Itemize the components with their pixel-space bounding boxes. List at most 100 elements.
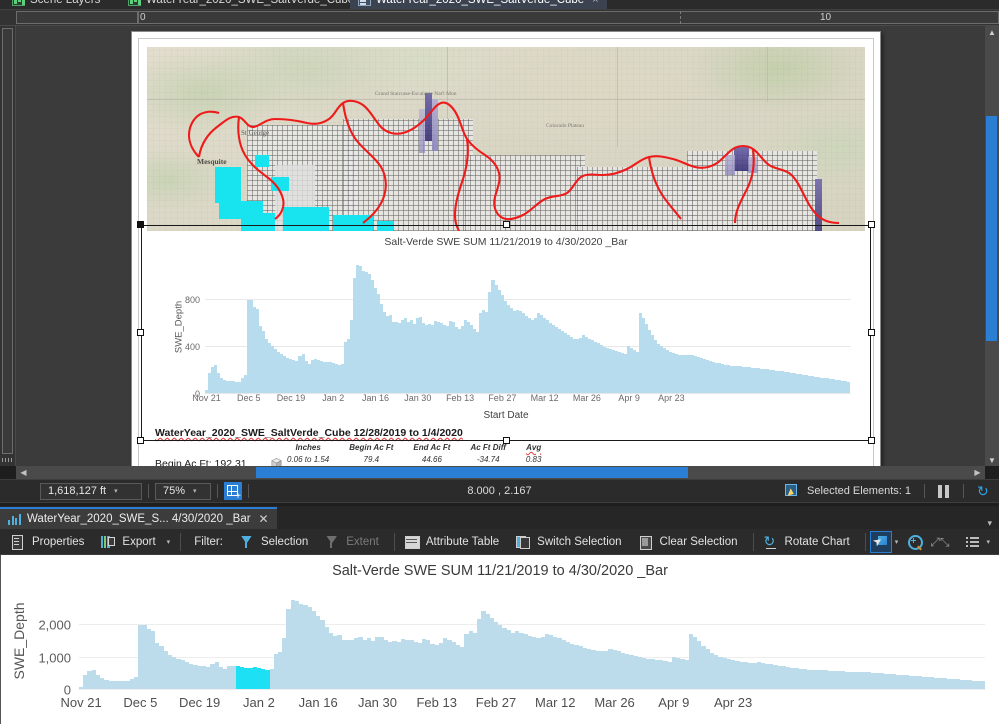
chart-view[interactable]: Salt-Verde SWE SUM 11/21/2019 to 4/30/20… bbox=[0, 555, 999, 724]
chevron-down-icon[interactable]: ▾ bbox=[167, 538, 171, 546]
zoom-combobox[interactable]: 75% ▾ bbox=[155, 483, 211, 500]
map-label-colorado-plateau: Colorado Plateau bbox=[545, 123, 585, 130]
selection-handle[interactable] bbox=[137, 329, 144, 336]
layout-legend-table: InchesBegin Ac FtEnd Ac FtAc Ft DiffAvg0… bbox=[277, 443, 551, 464]
ruler-segment bbox=[138, 11, 999, 24]
divider bbox=[963, 484, 964, 498]
chart-title: Salt-Verde SWE SUM 11/21/2019 to 4/30/20… bbox=[1, 563, 999, 579]
chevron-down-icon[interactable]: ▾ bbox=[987, 518, 992, 529]
layout-canvas[interactable]: Grand Staircase-Escalante Nat'l Mon St G… bbox=[16, 26, 985, 466]
chart-pane-tab[interactable]: WaterYear_2020_SWE_S... 4/30/2020 _Bar ✕ bbox=[0, 507, 277, 529]
legend-header: Begin Ac Ft bbox=[339, 443, 403, 455]
layout-horizontal-scrollbar[interactable]: ◀ ▶ bbox=[16, 466, 985, 479]
divider bbox=[924, 484, 925, 498]
scale-combobox[interactable]: 1,618,127 ft ▾ bbox=[40, 483, 142, 500]
x-axis-tick: Feb 13 bbox=[416, 695, 456, 710]
scrollbar-thumb[interactable] bbox=[256, 467, 688, 478]
pause-icon[interactable] bbox=[938, 485, 950, 498]
selection-handle[interactable] bbox=[137, 221, 144, 228]
legend-value: 0.83 bbox=[516, 455, 552, 464]
funnel-icon bbox=[240, 535, 254, 549]
chart-x-axis: Nov 21Dec 5Dec 19Jan 2Jan 16Jan 30Feb 13… bbox=[79, 695, 985, 713]
view-tab-label: WaterYear_2020_SWE_SaltVerde_Cube bbox=[146, 0, 354, 6]
bar-chart-icon bbox=[8, 514, 21, 525]
export-icon bbox=[101, 535, 115, 549]
ruler-tick-10: 10 bbox=[820, 11, 831, 24]
scroll-down-arrow[interactable]: ▼ bbox=[985, 454, 999, 466]
view-tab-label: Scene Layers bbox=[30, 0, 100, 6]
export-label: Export bbox=[119, 536, 160, 548]
export-button[interactable]: Export ▾ bbox=[95, 531, 176, 553]
view-tab-cube-layout[interactable]: WaterYear_2020_SWE_SaltVerde_Cube × bbox=[350, 0, 607, 10]
filter-extent-label: Extent bbox=[343, 536, 384, 548]
layout-page-inner: Grand Staircase-Escalante Nat'l Mon St G… bbox=[138, 38, 874, 466]
chart-bars[interactable] bbox=[79, 595, 985, 689]
ruler-tick-0: 0 bbox=[140, 11, 146, 24]
legend-value: 0.06 to 1.54 bbox=[277, 455, 339, 464]
zoom-in-button[interactable] bbox=[904, 531, 926, 553]
filter-extent-button[interactable]: Extent bbox=[319, 531, 390, 553]
selection-handle[interactable] bbox=[503, 437, 510, 444]
scene-layers-icon bbox=[128, 0, 141, 6]
close-icon[interactable]: ✕ bbox=[259, 512, 269, 526]
filter-text: Filter: bbox=[191, 536, 228, 548]
divider bbox=[753, 533, 754, 551]
rotate-chart-icon bbox=[764, 535, 778, 549]
refresh-icon[interactable]: ↻ bbox=[977, 484, 991, 498]
layout-page[interactable]: Grand Staircase-Escalante Nat'l Mon St G… bbox=[131, 31, 881, 466]
switch-selection-button[interactable]: Switch Selection bbox=[510, 531, 632, 553]
map-frame-element[interactable]: Grand Staircase-Escalante Nat'l Mon St G… bbox=[147, 47, 865, 231]
rotate-chart-button[interactable]: Rotate Chart bbox=[758, 531, 861, 553]
properties-button[interactable]: Properties bbox=[5, 531, 95, 553]
scroll-up-arrow[interactable]: ▲ bbox=[985, 26, 999, 38]
funnel-extent-icon bbox=[325, 535, 339, 549]
chart-options-button[interactable]: ▾ bbox=[962, 531, 994, 553]
scroll-left-arrow[interactable]: ◀ bbox=[16, 466, 31, 479]
clear-selection-button[interactable]: Clear Selection bbox=[633, 531, 749, 553]
attribute-table-button[interactable]: Attribute Table bbox=[399, 531, 510, 553]
selection-handle[interactable] bbox=[868, 437, 875, 444]
legend-header: Inches bbox=[277, 443, 339, 455]
attribute-table-label: Attribute Table bbox=[423, 536, 504, 548]
scrollbar-thumb[interactable] bbox=[986, 116, 997, 341]
scale-value: 1,618,127 ft bbox=[48, 485, 106, 497]
view-tab-scene-layers[interactable]: Scene Layers bbox=[4, 0, 108, 10]
layout-view-icon bbox=[358, 0, 371, 6]
chart-bar[interactable] bbox=[981, 681, 985, 689]
chevron-down-icon[interactable]: ▾ bbox=[193, 487, 197, 495]
x-axis-tick: Dec 19 bbox=[179, 695, 220, 710]
selection-handle[interactable] bbox=[868, 221, 875, 228]
ruler-segment bbox=[2, 28, 13, 454]
layout-vertical-scrollbar[interactable]: ▲ ▼ bbox=[985, 26, 999, 466]
select-tool-button[interactable] bbox=[870, 531, 892, 553]
scrollbar-track[interactable] bbox=[31, 466, 970, 479]
view-tab-cube-scene[interactable]: WaterYear_2020_SWE_SaltVerde_Cube bbox=[120, 0, 362, 10]
legend-header: End Ac Ft bbox=[403, 443, 460, 455]
gridline: 0 bbox=[79, 689, 985, 690]
zoom-to-selection-icon[interactable] bbox=[224, 482, 242, 500]
chevron-down-icon[interactable]: ▾ bbox=[895, 538, 899, 546]
filter-label: Filter: bbox=[185, 531, 234, 553]
y-axis-tick: 1,000 bbox=[38, 650, 71, 665]
selection-handle[interactable] bbox=[137, 437, 144, 444]
chart-plot-area[interactable]: 01,0002,000 bbox=[79, 595, 985, 689]
selection-handle[interactable] bbox=[868, 329, 875, 336]
full-extent-button[interactable]: ⤢⤡ bbox=[926, 531, 948, 553]
properties-icon bbox=[11, 535, 25, 549]
horizontal-ruler[interactable]: 0 10 bbox=[0, 10, 999, 26]
close-icon[interactable]: × bbox=[592, 0, 598, 6]
clear-selection-icon bbox=[639, 535, 653, 549]
filter-selection-button[interactable]: Selection bbox=[234, 531, 319, 553]
ruler-segment bbox=[16, 11, 138, 24]
x-axis-tick: Mar 26 bbox=[594, 695, 634, 710]
watershed-boundary bbox=[147, 47, 865, 231]
vertical-ruler[interactable] bbox=[0, 26, 16, 466]
selection-handle[interactable] bbox=[503, 221, 510, 228]
x-axis-tick: Nov 21 bbox=[61, 695, 102, 710]
scroll-right-arrow[interactable]: ▶ bbox=[970, 466, 985, 479]
view-tab-label: WaterYear_2020_SWE_SaltVerde_Cube bbox=[376, 0, 584, 6]
chevron-down-icon[interactable]: ▾ bbox=[114, 487, 118, 495]
chevron-down-icon[interactable]: ▾ bbox=[986, 538, 990, 546]
selection-icon bbox=[785, 484, 800, 499]
table-icon bbox=[405, 535, 419, 549]
